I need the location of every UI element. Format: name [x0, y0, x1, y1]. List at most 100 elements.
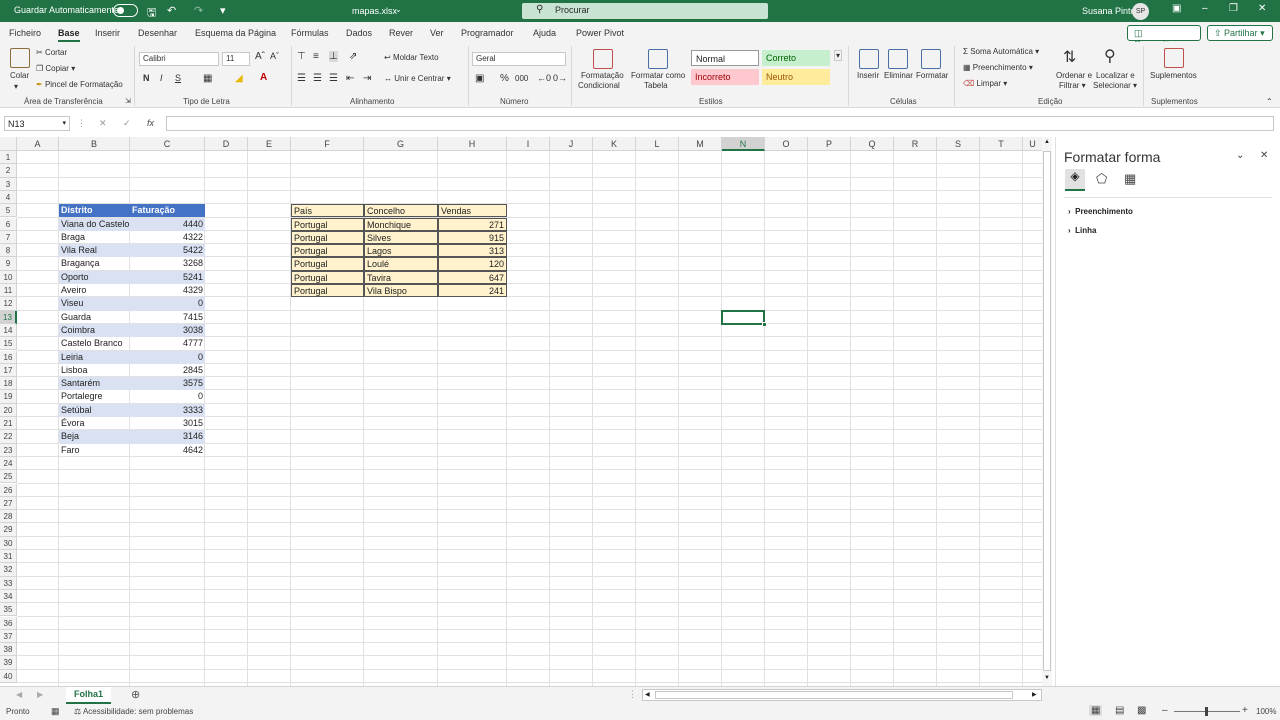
table-cell[interactable]: Monchique: [364, 217, 438, 231]
percent-icon[interactable]: %: [500, 73, 509, 84]
align-middle-icon[interactable]: ≡: [313, 51, 319, 62]
sheet-tab-folha1[interactable]: Folha1: [66, 687, 111, 704]
column-header-k[interactable]: K: [593, 137, 636, 151]
row-header-16[interactable]: 16: [0, 350, 17, 364]
column-header-p[interactable]: P: [808, 137, 851, 151]
row-header-31[interactable]: 31: [0, 550, 17, 564]
tab-desenhar[interactable]: Desenhar: [138, 28, 177, 38]
column-header-b[interactable]: B: [59, 137, 130, 151]
align-bottom-icon[interactable]: ⊥: [329, 51, 338, 62]
table-cell[interactable]: 3015: [130, 417, 205, 430]
table-cell[interactable]: Portugal: [291, 284, 364, 298]
table-cell[interactable]: 3038: [130, 323, 205, 338]
row-header-17[interactable]: 17: [0, 363, 17, 378]
paste-icon[interactable]: [10, 48, 30, 68]
comments-button[interactable]: ◫ Comentários: [1127, 25, 1201, 49]
table-cell[interactable]: 0: [130, 390, 205, 403]
pane-close-icon[interactable]: ✕: [1260, 150, 1268, 161]
row-header-11[interactable]: 11: [0, 284, 17, 298]
table-cell[interactable]: 4642: [130, 444, 205, 457]
table-cell[interactable]: 3575: [130, 377, 205, 391]
column-header-s[interactable]: S: [937, 137, 980, 151]
collapse-ribbon-icon[interactable]: ⌃: [1266, 97, 1273, 106]
table-cell[interactable]: Silves: [364, 230, 438, 245]
fill-line-tab-icon[interactable]: ◈: [1065, 169, 1085, 191]
column-header-g[interactable]: G: [364, 137, 438, 151]
table-cell[interactable]: Bragança: [59, 257, 130, 270]
cancel-icon[interactable]: ✕: [99, 118, 107, 129]
increase-font-icon[interactable]: Aˆ: [255, 51, 265, 62]
row-header-35[interactable]: 35: [0, 603, 17, 617]
number-format-select[interactable]: Geral: [472, 52, 566, 66]
zoom-in-icon[interactable]: +: [1242, 705, 1248, 716]
table-cell[interactable]: Portalegre: [59, 390, 130, 403]
macro-record-icon[interactable]: ▦: [51, 706, 60, 717]
prev-sheet-icon[interactable]: ◀: [16, 690, 22, 699]
row-header-8[interactable]: 8: [0, 244, 17, 258]
fill-handle[interactable]: [762, 321, 767, 327]
conditional-format-button[interactable]: Formatação: [581, 71, 624, 80]
row-header-34[interactable]: 34: [0, 589, 17, 604]
format-cells-icon[interactable]: [921, 49, 941, 69]
row-header-30[interactable]: 30: [0, 536, 17, 550]
tab-formulas[interactable]: Fórmulas: [291, 28, 329, 38]
row-header-25[interactable]: 25: [0, 470, 17, 484]
row-header-33[interactable]: 33: [0, 576, 17, 590]
row-header-22[interactable]: 22: [0, 430, 17, 444]
table-cell[interactable]: 120: [438, 257, 507, 271]
tab-split-icon[interactable]: ⋮: [628, 689, 637, 700]
avatar[interactable]: SP: [1132, 3, 1149, 20]
column-header-q[interactable]: Q: [851, 137, 894, 151]
column-header-h[interactable]: H: [438, 137, 507, 151]
page-layout-view-icon[interactable]: ▤: [1115, 705, 1124, 716]
column-header-r[interactable]: R: [894, 137, 937, 151]
decrease-indent-icon[interactable]: ⇤: [346, 73, 354, 84]
wrap-text-button[interactable]: ↩ Moldar Texto: [384, 53, 439, 62]
column-header-o[interactable]: O: [765, 137, 808, 151]
row-header-12[interactable]: 12: [0, 297, 17, 311]
conditional-format-button-2[interactable]: Condicional: [578, 81, 620, 90]
select-all-corner[interactable]: [0, 137, 17, 151]
row-header-39[interactable]: 39: [0, 656, 17, 670]
row-header-10[interactable]: 10: [0, 270, 17, 284]
table-cell[interactable]: Braga: [59, 231, 130, 244]
format-table-button-2[interactable]: Tabela: [644, 81, 668, 90]
table-header-cell[interactable]: Faturação: [130, 204, 205, 218]
autosum-button[interactable]: Σ Soma Automática ▾: [963, 47, 1039, 56]
table-cell[interactable]: Lisboa: [59, 364, 130, 377]
restore-icon[interactable]: ❐: [1229, 3, 1238, 14]
tab-ver[interactable]: Ver: [430, 28, 444, 38]
formula-input[interactable]: [166, 116, 1274, 131]
column-header-j[interactable]: J: [550, 137, 593, 151]
column-header-f[interactable]: F: [291, 137, 364, 151]
table-cell[interactable]: 313: [438, 244, 507, 258]
row-header-14[interactable]: 14: [0, 323, 17, 338]
row-header-32[interactable]: 32: [0, 563, 17, 577]
insert-cells-button[interactable]: Inserir: [857, 71, 879, 80]
user-name[interactable]: Susana Pinto: [1082, 6, 1136, 16]
table-cell[interactable]: Santarém: [59, 377, 130, 391]
conditional-format-icon[interactable]: [593, 49, 613, 69]
column-header-e[interactable]: E: [248, 137, 291, 151]
column-header-m[interactable]: M: [679, 137, 722, 151]
row-header-26[interactable]: 26: [0, 483, 17, 497]
table-cell[interactable]: Faro: [59, 444, 130, 457]
row-header-20[interactable]: 20: [0, 403, 17, 417]
tab-programador[interactable]: Programador: [461, 28, 514, 38]
table-cell[interactable]: 271: [438, 217, 507, 231]
table-cell[interactable]: Leiria: [59, 350, 130, 364]
tab-power-pivot[interactable]: Power Pivot: [576, 28, 624, 38]
table-cell[interactable]: Portugal: [291, 217, 364, 231]
format-painter-button[interactable]: ✒ Pincel de Formatação: [36, 80, 123, 89]
row-header-37[interactable]: 37: [0, 629, 17, 644]
row-header-28[interactable]: 28: [0, 510, 17, 524]
decrease-decimal-icon[interactable]: 0→: [553, 73, 567, 83]
tab-dados[interactable]: Dados: [346, 28, 372, 38]
clear-button[interactable]: ⌫ Limpar ▾: [963, 79, 1007, 88]
table-cell[interactable]: 4777: [130, 337, 205, 350]
row-header-36[interactable]: 36: [0, 616, 17, 630]
font-name-select[interactable]: Calibri: [139, 52, 219, 66]
autosave-toggle[interactable]: [113, 4, 138, 17]
file-name[interactable]: mapas.xlsx: [352, 6, 397, 16]
copy-button[interactable]: ❐ Copiar ▾: [36, 64, 75, 73]
